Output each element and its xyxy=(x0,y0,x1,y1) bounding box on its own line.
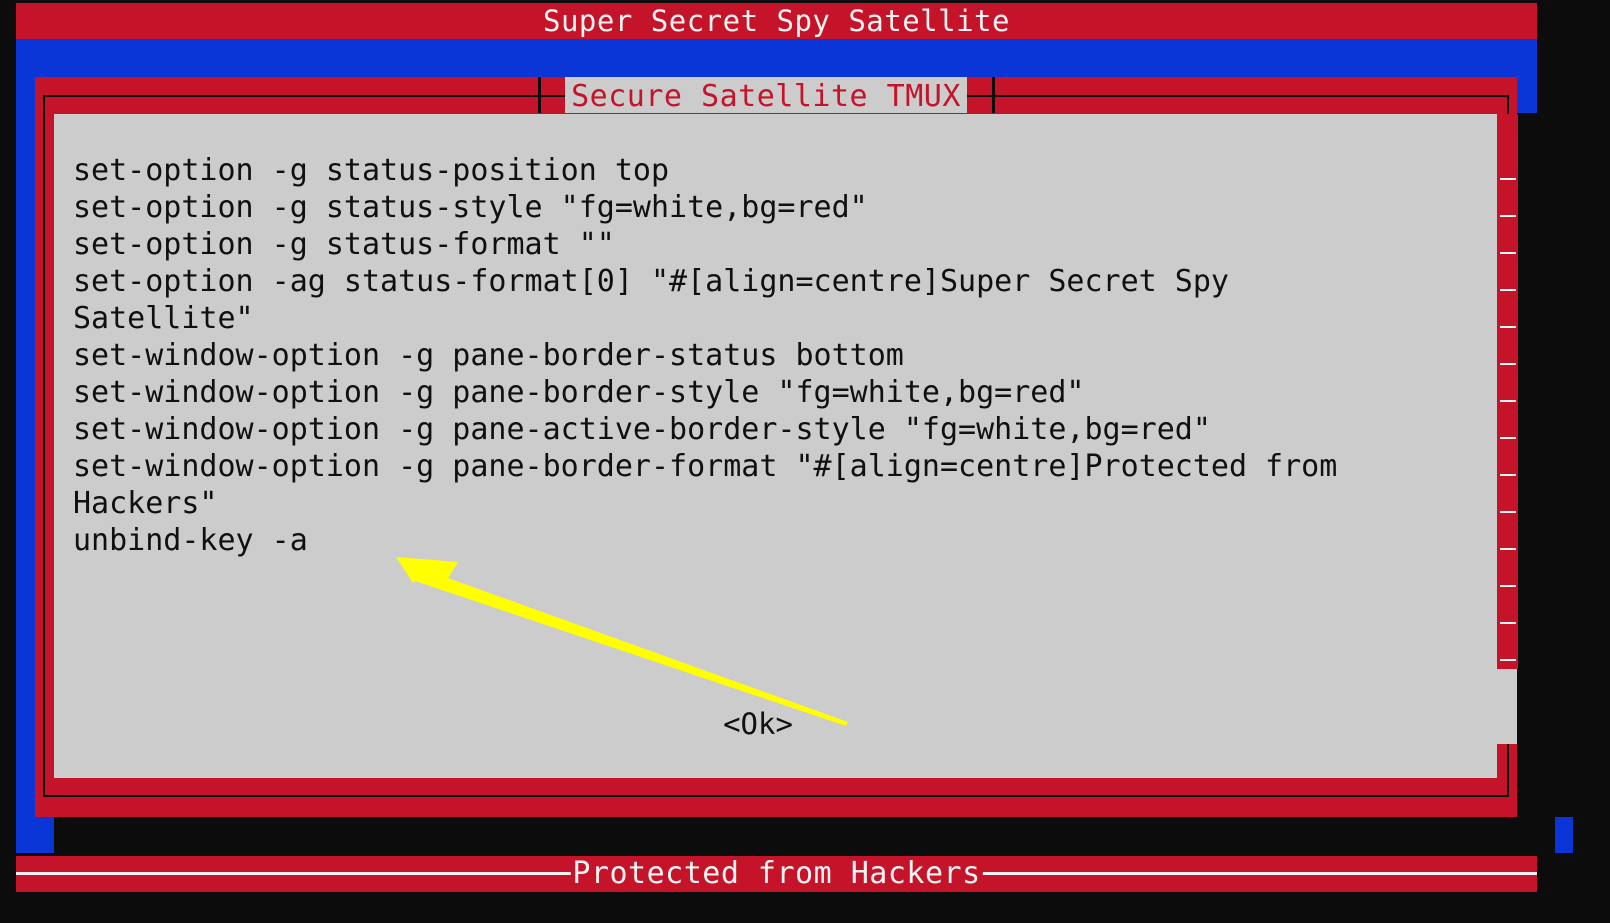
pane-border-status: Protected from Hackers xyxy=(16,856,1537,892)
scrollbar-tick xyxy=(1500,511,1516,513)
terminal-screen: Super Secret Spy Satellite Secure Satell… xyxy=(0,0,1610,923)
ok-button[interactable]: <Ok> xyxy=(718,706,798,742)
scrollbar-tick xyxy=(1500,178,1516,180)
scrollbar-tick xyxy=(1500,659,1516,661)
scrollbar-tick xyxy=(1500,215,1516,217)
dialog-body: set-option -g status-position top set-opt… xyxy=(54,114,1497,778)
config-line: unbind-key -a xyxy=(73,523,308,558)
scrollbar-tick xyxy=(1500,400,1516,402)
pane-border-label: Protected from Hackers xyxy=(570,856,983,892)
scrollbar-tick xyxy=(1500,622,1516,624)
config-line: Hackers" xyxy=(73,486,218,521)
tmux-status-bar: Super Secret Spy Satellite xyxy=(16,3,1537,39)
config-line: set-window-option -g pane-border-status … xyxy=(73,338,904,373)
config-line: set-option -g status-format "" xyxy=(73,227,615,262)
scrollbar-tick xyxy=(1500,289,1516,291)
scrollbar-tick xyxy=(1500,437,1516,439)
scrollbar-tick xyxy=(1500,252,1516,254)
scrollbar-tick xyxy=(1500,363,1516,365)
title-border-cap-left xyxy=(538,77,541,113)
terminal-cursor xyxy=(1555,817,1573,853)
config-line: set-option -g status-style "fg=white,bg=… xyxy=(73,190,868,225)
scrollbar-tick xyxy=(1500,548,1516,550)
dialog-title: Secure Satellite TMUX xyxy=(565,77,967,114)
config-line: set-option -ag status-format[0] "#[align… xyxy=(73,264,1229,299)
config-text: set-option -g status-position top set-opt… xyxy=(73,152,1473,559)
config-line: set-window-option -g pane-border-style "… xyxy=(73,375,1085,410)
config-line: set-option -g status-position top xyxy=(73,153,670,188)
config-line: set-window-option -g pane-active-border-… xyxy=(73,412,1211,447)
scrollbar-tick xyxy=(1500,474,1516,476)
scrollbar-tick xyxy=(1500,585,1516,587)
title-border-cap-right xyxy=(992,77,995,113)
config-line: Satellite" xyxy=(73,301,254,336)
dialog-scrollbar[interactable] xyxy=(1498,114,1518,698)
config-line: set-window-option -g pane-border-format … xyxy=(73,449,1338,484)
scrollbar-tick xyxy=(1500,326,1516,328)
dialog-body-edge xyxy=(1497,669,1517,744)
